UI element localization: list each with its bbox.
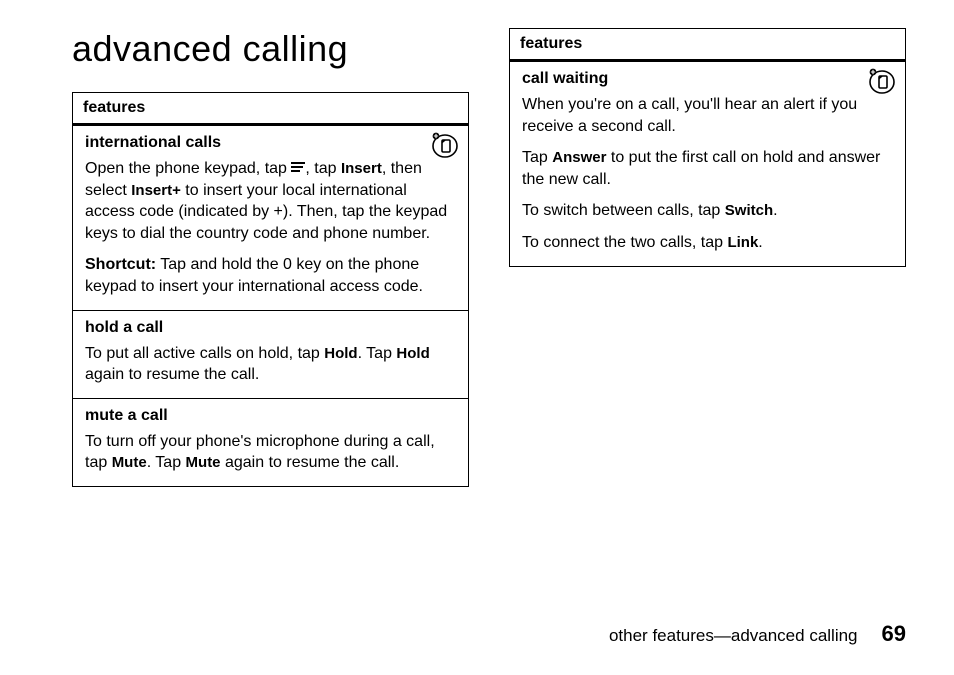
feature-section: call waiting When you're on a call, you'l… [510,62,905,266]
footer-text: other features—advanced calling [609,626,858,646]
feature-section: international calls Open the phone keypad… [73,126,468,311]
paragraph: Shortcut: Tap and hold the 0 key on the … [85,254,456,297]
ui-label: Mute [112,454,147,471]
sim-plus-icon [867,68,895,99]
page-number: 69 [882,621,906,647]
ui-label: Answer [552,149,606,166]
feature-body: To put all active calls on hold, tap Hol… [85,343,456,386]
feature-body: To turn off your phone's microphone duri… [85,431,456,474]
ui-label: Mute [186,454,221,471]
bold-text: Shortcut: [85,256,156,273]
ui-label: Hold [324,345,357,362]
right-sections: call waiting When you're on a call, you'l… [510,62,905,266]
feature-section: hold a call To put all active calls on ho… [73,311,468,399]
feature-title: international calls [85,134,456,152]
right-features-header: features [510,29,905,62]
ui-label: Link [727,234,758,251]
paragraph: To switch between calls, tap Switch. [522,200,893,222]
paragraph: To connect the two calls, tap Link. [522,232,893,254]
feature-section: mute a call To turn off your phone's micr… [73,399,468,486]
ui-label: Hold [396,345,429,362]
page-title: advanced calling [72,28,469,70]
left-sections: international calls Open the phone keypad… [73,126,468,486]
ui-label: Insert+ [131,182,181,199]
menu-icon [291,162,305,174]
paragraph: Tap Answer to put the first call on hold… [522,147,893,190]
feature-title: call waiting [522,70,893,88]
paragraph: To put all active calls on hold, tap Hol… [85,343,456,386]
feature-title: mute a call [85,407,456,425]
feature-body: Open the phone keypad, tap , tap Insert,… [85,158,456,298]
paragraph: Open the phone keypad, tap , tap Insert,… [85,158,456,244]
paragraph: To turn off your phone's microphone duri… [85,431,456,474]
paragraph: When you're on a call, you'll hear an al… [522,94,893,137]
feature-body: When you're on a call, you'll hear an al… [522,94,893,254]
feature-title: hold a call [85,319,456,337]
left-features-box: features international calls Open the pho… [72,92,469,487]
ui-label: Switch [725,202,773,219]
right-features-box: features call waiting When you're on a ca… [509,28,906,267]
page-footer: other features—advanced calling 69 [609,621,906,647]
ui-label: Insert [341,160,382,177]
sim-plus-icon [430,132,458,163]
left-features-header: features [73,93,468,126]
